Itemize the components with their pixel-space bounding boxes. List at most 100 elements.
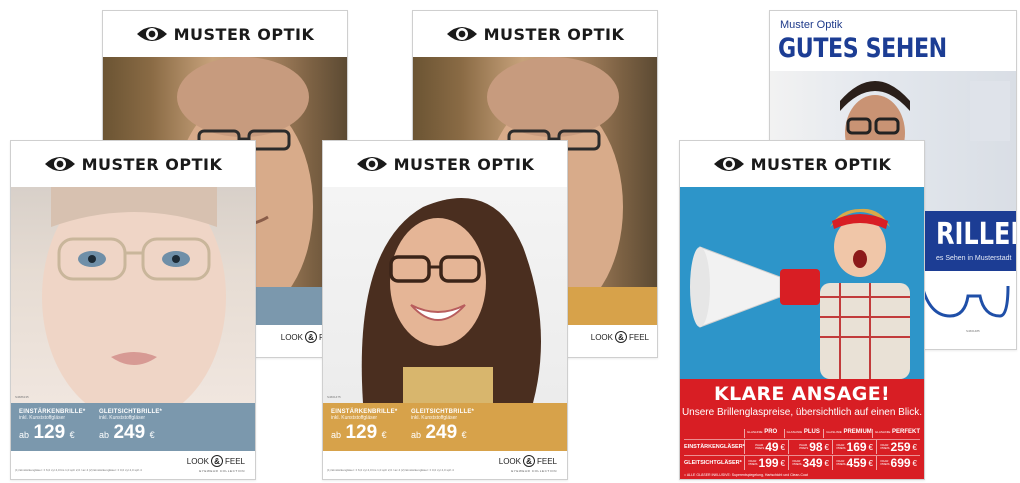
price-value: 459 <box>846 456 867 470</box>
photo-pinup-megaphone <box>680 187 924 379</box>
tier-prefix: GLASLINIE <box>786 430 803 434</box>
price-cell: PAAR PREIS 349 € <box>788 456 832 470</box>
poster-collage: MUSTER OPTIK LOOK & FEEL <box>0 0 1020 483</box>
lookfeel-logo: LOOK & FEEL <box>187 455 245 467</box>
paar-label: PAAR PREIS <box>792 459 802 466</box>
tier-perfekt: GLASLINIE PERFEKT <box>871 429 920 438</box>
lookfeel-logo: LOOK & FEEL <box>591 331 649 343</box>
price-currency: € <box>912 442 917 452</box>
poster-woman-orange: MUSTER OPTIK S4661475 EINSTÄRKENBRILLE* … <box>322 140 568 480</box>
price-currency: € <box>461 430 467 440</box>
red-footnote: = ALLE GLÄSER INKLUSIVE: Superentspiegel… <box>684 473 808 477</box>
offer-progressive: GLEITSICHTBRILLE* inkl. Kunststoffgläser… <box>99 409 189 444</box>
offer-price-row: ab 129 € <box>331 422 407 444</box>
logo-look: LOOK <box>186 456 209 466</box>
tier-name: PRO <box>764 429 778 435</box>
price-row-progressive: GLEITSICHTGLÄSER* PAAR PREIS 199 € PAAR PR… <box>684 455 920 470</box>
paar-label: PAAR PREIS <box>799 443 809 450</box>
logo-feel: FEEL <box>536 456 557 466</box>
eye-icon <box>713 154 745 174</box>
paar-label: PAAR PREIS <box>880 459 890 466</box>
logo-feel: FEEL <box>224 456 245 466</box>
tier-prefix: GLASLINIE <box>826 430 842 434</box>
price-value: 249 <box>113 422 146 443</box>
tier-prefix: GLASLINIE <box>747 430 763 434</box>
price-prefix: ab <box>19 430 30 440</box>
price-cell: PAAR PREIS 169 € <box>832 440 876 454</box>
brand-name: MUSTER OPTIK <box>81 154 223 174</box>
price-currency: € <box>69 430 75 440</box>
poster-woman-blue: MUSTER OPTIK S4686135 EINSTÄRKENBRILLE* … <box>10 140 256 480</box>
poster-footer: (1) Einstärkengläser: ± 6,0 cyl 4,0 bis … <box>11 451 255 479</box>
photo-woman-smiling: S4661475 <box>323 187 567 403</box>
lookfeel-tagline: EYEWEAR COLLECTION <box>199 469 245 473</box>
image-code: S4661475 <box>327 395 341 399</box>
poster-header: MUSTER OPTIK <box>413 11 657 57</box>
price-prefix: ab <box>331 430 342 440</box>
image-code: S4686135 <box>15 395 29 399</box>
offer-sub: inkl. Kunststoffgläser <box>19 415 66 421</box>
offer-sub: inkl. Kunststoffgläser <box>331 415 378 421</box>
price-cell: PAAR PREIS 49 € <box>744 440 788 454</box>
glasses-product <box>920 276 1010 326</box>
lookfeel-tagline: EYEWEAR COLLECTION <box>511 469 557 473</box>
logo-look: LOOK <box>590 332 613 342</box>
logo-look: LOOK <box>498 456 521 466</box>
price-prefix: ab <box>99 430 110 440</box>
price-value: 98 <box>809 440 823 454</box>
price-table: GLASLINIE PRO GLASLINIE PLUS GLASLINIE P… <box>684 429 920 470</box>
logo-feel: FEEL <box>628 332 649 342</box>
tier-pro: GLASLINIE PRO <box>744 429 784 438</box>
price-cell: PAAR PREIS 199 € <box>744 456 788 470</box>
price-value: 259 <box>890 440 911 454</box>
poster-header: MUSTER OPTIK <box>103 11 347 57</box>
price-currency: € <box>149 430 155 440</box>
lookfeel-logo: LOOK & FEEL <box>499 455 557 467</box>
poster-header: MUSTER OPTIK <box>11 141 255 187</box>
logo-ampersand: & <box>614 331 627 343</box>
price-value: 249 <box>425 422 458 443</box>
price-value: 129 <box>33 422 66 443</box>
tier-name: PLUS <box>803 429 820 435</box>
price-currency: € <box>868 458 873 468</box>
brochure-big-word: RILLEN <box>936 217 1016 252</box>
price-prefix: ab <box>411 430 422 440</box>
price-currency: € <box>381 430 387 440</box>
logo-ampersand: & <box>210 455 223 467</box>
offer-price-row: ab 249 € <box>99 422 189 444</box>
eye-icon <box>446 24 478 44</box>
footnote: (1) Einstärkengläser: ± 6,0 cyl 4,0 bis … <box>15 468 142 472</box>
brand-name: MUSTER OPTIK <box>393 154 535 174</box>
price-currency: € <box>868 442 873 452</box>
eye-icon <box>44 154 76 174</box>
price-currency: € <box>912 458 917 468</box>
poster-footer: (1) Einstärkengläser: ± 6,0 cyl 4,0 bis … <box>323 451 567 479</box>
brand-name: MUSTER OPTIK <box>750 154 892 174</box>
offer-progressive: GLEITSICHTBRILLE* inkl. Kunststoffgläser… <box>411 409 501 444</box>
price-currency: € <box>780 458 785 468</box>
tier-name: PREMIUM <box>843 429 872 435</box>
price-cell: PAAR PREIS 699 € <box>876 456 920 470</box>
price-cell: PAAR PREIS 259 € <box>876 440 920 454</box>
logo-ampersand: & <box>522 455 535 467</box>
price-value: 699 <box>890 456 911 470</box>
brand-name: MUSTER OPTIK <box>173 24 315 44</box>
price-value: 349 <box>802 456 823 470</box>
paar-label: PAAR PREIS <box>836 459 846 466</box>
eye-icon <box>356 154 388 174</box>
tier-header-row: GLASLINIE PRO GLASLINIE PLUS GLASLINIE P… <box>744 429 920 438</box>
price-value: 49 <box>765 440 779 454</box>
price-value: 169 <box>846 440 867 454</box>
red-panel: KLARE ANSAGE! Unsere Brillenglaspreise, … <box>680 379 924 479</box>
poster-header: MUSTER OPTIK <box>323 141 567 187</box>
offer-single-vision: EINSTÄRKENBRILLE* inkl. Kunststoffgläser… <box>19 409 95 444</box>
paar-label: PAAR PREIS <box>748 459 758 466</box>
price-currency: € <box>780 442 785 452</box>
photo-woman: S4686135 <box>11 187 255 403</box>
row-label: EINSTÄRKENGLÄSER* <box>684 444 745 450</box>
row-label: GLEITSICHTGLÄSER* <box>684 460 742 466</box>
brochure-tagline: es Sehen in Musterstadt <box>936 255 1012 262</box>
price-currency: € <box>824 442 829 452</box>
poster-klare-ansage: MUSTER OPTIK KLARE ANSAGE! Unsere Brille… <box>679 140 925 480</box>
tier-prefix: GLASLINIE <box>874 430 891 434</box>
